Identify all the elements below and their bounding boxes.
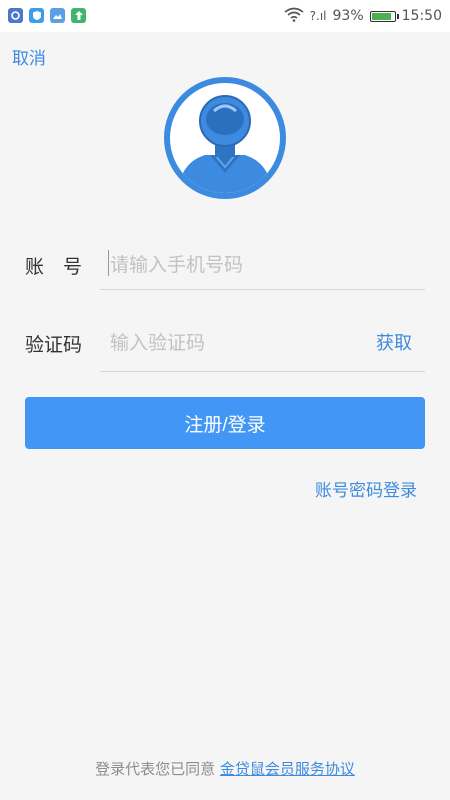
service-agreement-link[interactable]: 金贷鼠会员服务协议	[220, 760, 355, 778]
notification-icons	[8, 8, 86, 24]
code-label: 验证码	[25, 334, 83, 356]
wifi-icon	[284, 7, 304, 26]
shield-icon	[29, 8, 44, 23]
app-notification-icon	[8, 8, 23, 23]
code-underline	[100, 371, 425, 372]
status-right: ?.ıl 93% 15:50	[284, 7, 442, 25]
upload-icon	[71, 8, 86, 23]
image-icon	[50, 8, 65, 23]
verification-code-input[interactable]	[110, 329, 350, 357]
account-underline	[100, 289, 425, 290]
agreement-prefix: 登录代表您已同意	[95, 760, 216, 778]
battery-percent: 93%	[332, 8, 364, 24]
phone-number-input[interactable]	[110, 251, 410, 279]
avatar	[164, 77, 286, 199]
text-caret	[108, 250, 109, 276]
register-login-button[interactable]: 注册/登录	[25, 397, 425, 449]
signal-icon: ?.ıl	[309, 9, 327, 23]
status-bar: ?.ıl 93% 15:50	[0, 0, 450, 32]
account-label: 账 号	[25, 256, 83, 278]
battery-level	[371, 12, 392, 20]
cancel-button[interactable]: 取消	[12, 44, 46, 69]
get-code-button[interactable]: 获取	[376, 329, 412, 355]
clock: 15:50	[401, 8, 442, 24]
agreement-text: 登录代表您已同意 金贷鼠会员服务协议	[0, 758, 450, 779]
battery-icon	[369, 10, 399, 22]
password-login-link[interactable]: 账号密码登录	[315, 476, 417, 501]
user-avatar-icon	[170, 83, 280, 193]
